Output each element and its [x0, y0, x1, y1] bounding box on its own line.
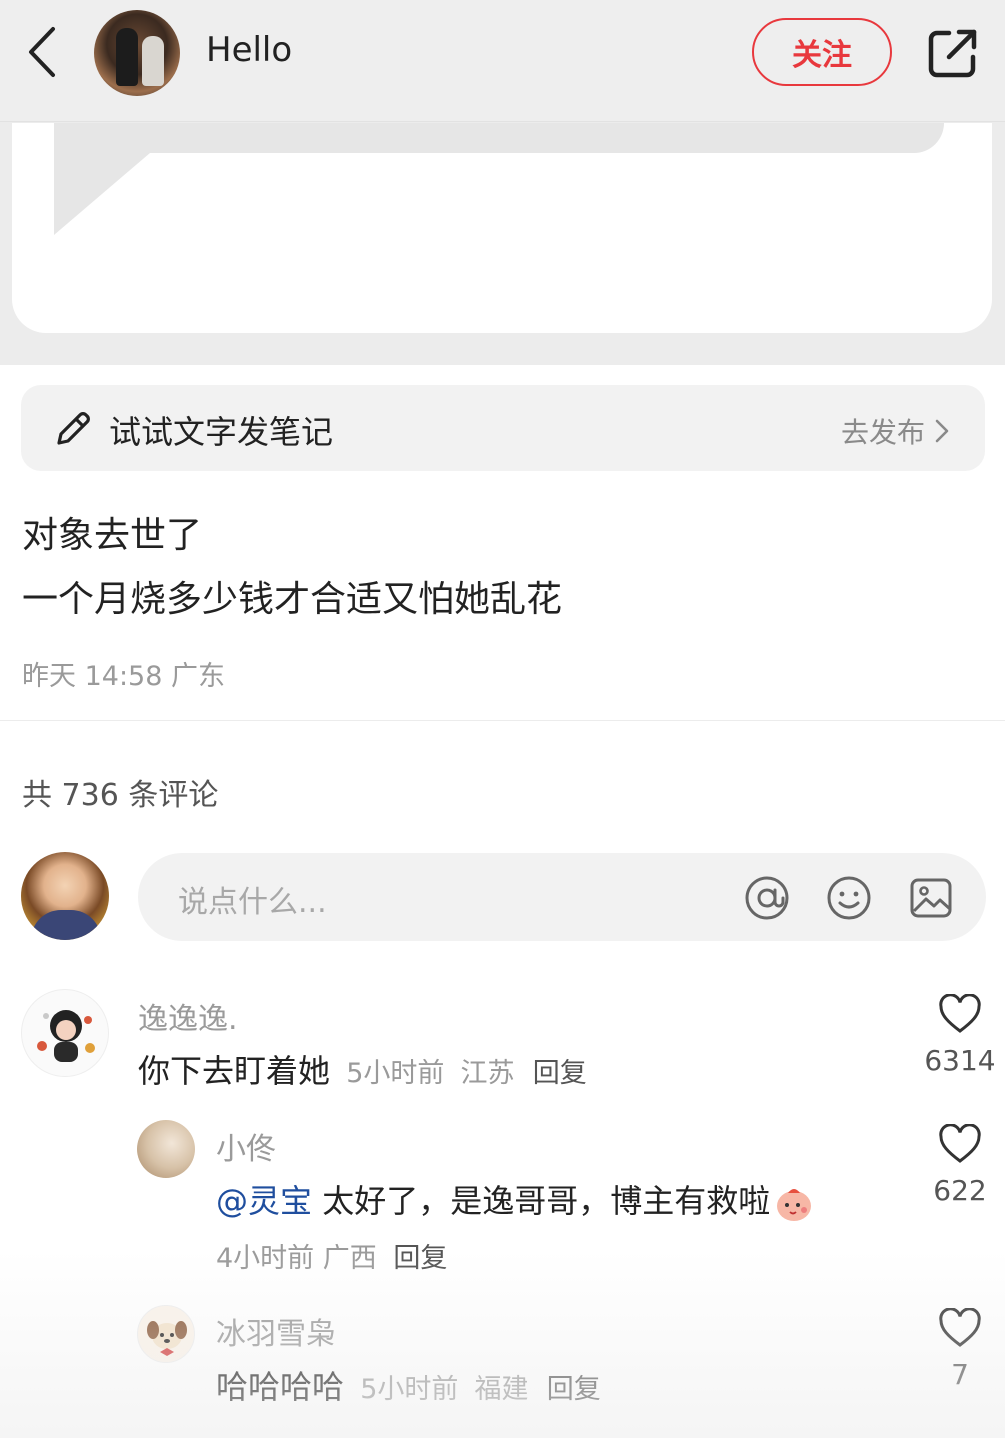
comment-time: 4小时前 — [216, 1243, 315, 1274]
comment-body: @灵宝 太好了，是逸哥哥，博主有救啦 — [216, 1176, 814, 1223]
commenter-name[interactable]: 冰羽雪枭 — [216, 1309, 336, 1353]
post-image[interactable] — [12, 123, 992, 333]
post-meta: 昨天 14:58 广东 — [22, 654, 225, 693]
author-avatar[interactable] — [94, 10, 180, 96]
reply-button[interactable]: 回复 — [393, 1243, 447, 1274]
like-count: 622 — [933, 1174, 987, 1207]
post-location: 广东 — [171, 661, 225, 692]
comment-meta: 4小时前 广西 回复 — [216, 1236, 447, 1275]
share-button[interactable] — [922, 24, 984, 82]
comment-body: 你下去盯着她 5小时前 江苏 回复 — [138, 1046, 587, 1092]
comment-location: 福建 — [474, 1374, 529, 1405]
heart-icon — [939, 1123, 981, 1163]
commenter-avatar[interactable] — [137, 1120, 195, 1178]
top-nav-bar: Hello 关注 — [0, 0, 1005, 122]
comment-time: 5小时前 — [360, 1374, 459, 1405]
comment-placeholder: 说点什么... — [178, 885, 327, 920]
comment-body: 哈哈哈哈 5小时前 福建 回复 — [216, 1362, 601, 1408]
commenter-avatar[interactable] — [137, 1305, 195, 1363]
like-button[interactable]: 7 — [920, 1307, 1000, 1391]
divider — [0, 720, 1005, 721]
chevron-left-icon — [29, 27, 55, 77]
speech-bubble-tail — [54, 153, 150, 235]
blush-face-emoji-icon — [777, 1189, 812, 1221]
like-count: 7 — [951, 1358, 969, 1391]
commenter-name[interactable]: 小佟 — [216, 1124, 276, 1168]
emoji-icon[interactable] — [826, 875, 872, 921]
comment-location: 江苏 — [460, 1058, 515, 1089]
post-time: 昨天 14:58 — [22, 661, 163, 692]
publish-bar-title: 试试文字发笔记 — [109, 413, 334, 451]
like-count: 6314 — [924, 1044, 996, 1077]
dog-avatar-icon — [147, 1321, 187, 1356]
comment-time: 5小时前 — [346, 1058, 445, 1089]
follow-button[interactable]: 关注 — [752, 18, 892, 86]
post-line-1: 对象去世了 — [22, 515, 203, 556]
like-button[interactable]: 6314 — [920, 993, 1000, 1077]
cartoon-avatar-icon — [37, 1010, 95, 1062]
chevron-right-icon — [935, 419, 949, 443]
comment-text: 太好了，是逸哥哥，博主有救啦 — [322, 1182, 771, 1220]
commenter-name[interactable]: 逸逸逸. — [138, 994, 238, 1038]
post-content: 对象去世了 一个月烧多少钱才合适又怕她乱花 — [22, 504, 982, 632]
at-mention-icon[interactable] — [744, 875, 790, 921]
pencil-icon — [57, 412, 90, 445]
reply-button[interactable]: 回复 — [547, 1374, 601, 1405]
current-user-avatar — [21, 852, 109, 940]
go-publish-label: 去发布 — [840, 416, 925, 449]
go-publish-link[interactable]: 去发布 — [841, 411, 949, 451]
comment-location: 广西 — [322, 1243, 377, 1274]
text-note-publish-bar[interactable]: 试试文字发笔记 去发布 — [21, 385, 985, 471]
post-line-2: 一个月烧多少钱才合适又怕她乱花 — [22, 579, 563, 620]
share-icon — [928, 29, 977, 78]
reply-button[interactable]: 回复 — [533, 1058, 587, 1089]
image-icon[interactable] — [908, 875, 954, 921]
mention-link[interactable]: @灵宝 — [216, 1182, 312, 1220]
heart-icon — [939, 993, 981, 1033]
comment-input[interactable]: 说点什么... — [138, 853, 986, 941]
commenter-avatar[interactable] — [21, 989, 109, 1077]
comment-text: 哈哈哈哈 — [216, 1368, 345, 1406]
comment-count: 共 736 条评论 — [22, 778, 219, 813]
comment-text: 你下去盯着她 — [138, 1052, 331, 1090]
heart-icon — [939, 1307, 981, 1347]
speech-bubble-graphic — [54, 123, 944, 153]
author-name[interactable]: Hello — [206, 30, 292, 70]
back-button[interactable] — [22, 24, 62, 80]
like-button[interactable]: 622 — [920, 1123, 1000, 1207]
